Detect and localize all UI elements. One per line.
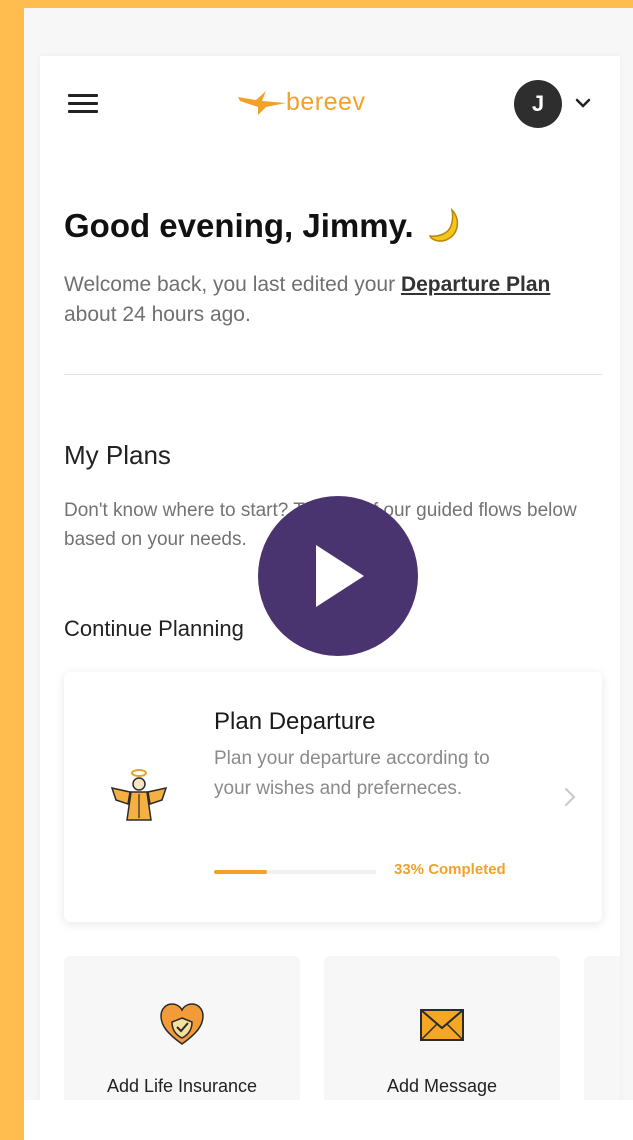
- chevron-right-icon[interactable]: [562, 786, 578, 808]
- bird-icon: [238, 91, 286, 115]
- my-plans-heading: My Plans: [64, 440, 171, 470]
- add-life-insurance-tile[interactable]: Add Life Insurance: [64, 956, 300, 1104]
- tile-label: Add Life Insurance: [106, 1076, 258, 1096]
- envelope-icon: [420, 1009, 464, 1041]
- plan-description: Plan your departure according to your wi…: [214, 748, 490, 799]
- greeting-text: Good evening, Jimmy.: [64, 207, 414, 244]
- video-play-button[interactable]: [258, 496, 418, 656]
- moon-icon: [428, 207, 458, 242]
- hamburger-menu-icon[interactable]: [68, 94, 98, 114]
- section-divider: [64, 374, 602, 375]
- heart-shield-icon: [160, 1003, 204, 1045]
- bottom-strip: [24, 1100, 633, 1140]
- logo-text: bereev: [286, 87, 366, 116]
- plan-title: Plan Departure: [214, 708, 376, 735]
- chevron-down-icon[interactable]: [574, 94, 592, 112]
- welcome-prefix: Welcome back, you last edited your: [64, 273, 401, 296]
- bereev-logo[interactable]: bereev: [236, 82, 365, 122]
- continue-planning-heading: Continue Planning: [64, 616, 244, 641]
- plan-progress-fill: [214, 870, 268, 874]
- play-icon: [316, 545, 364, 607]
- plan-departure-card[interactable]: Plan Departure Plan your departure accor…: [64, 672, 602, 922]
- tile-label: Add Message: [386, 1076, 498, 1096]
- plan-progress-bar: [214, 870, 376, 874]
- departure-plan-link[interactable]: Departure Plan: [401, 273, 550, 296]
- greeting-heading: Good evening, Jimmy.: [64, 206, 466, 246]
- user-avatar[interactable]: J: [514, 80, 562, 128]
- plan-progress-label: 33% Completed: [394, 861, 506, 878]
- welcome-message: Welcome back, you last edited your Depar…: [64, 270, 594, 330]
- partial-tile[interactable]: [584, 956, 620, 1104]
- avatar-initial: J: [531, 91, 545, 116]
- angel-icon: [110, 769, 168, 821]
- add-message-tile[interactable]: Add Message: [324, 956, 560, 1104]
- welcome-suffix: about 24 hours ago.: [64, 303, 251, 326]
